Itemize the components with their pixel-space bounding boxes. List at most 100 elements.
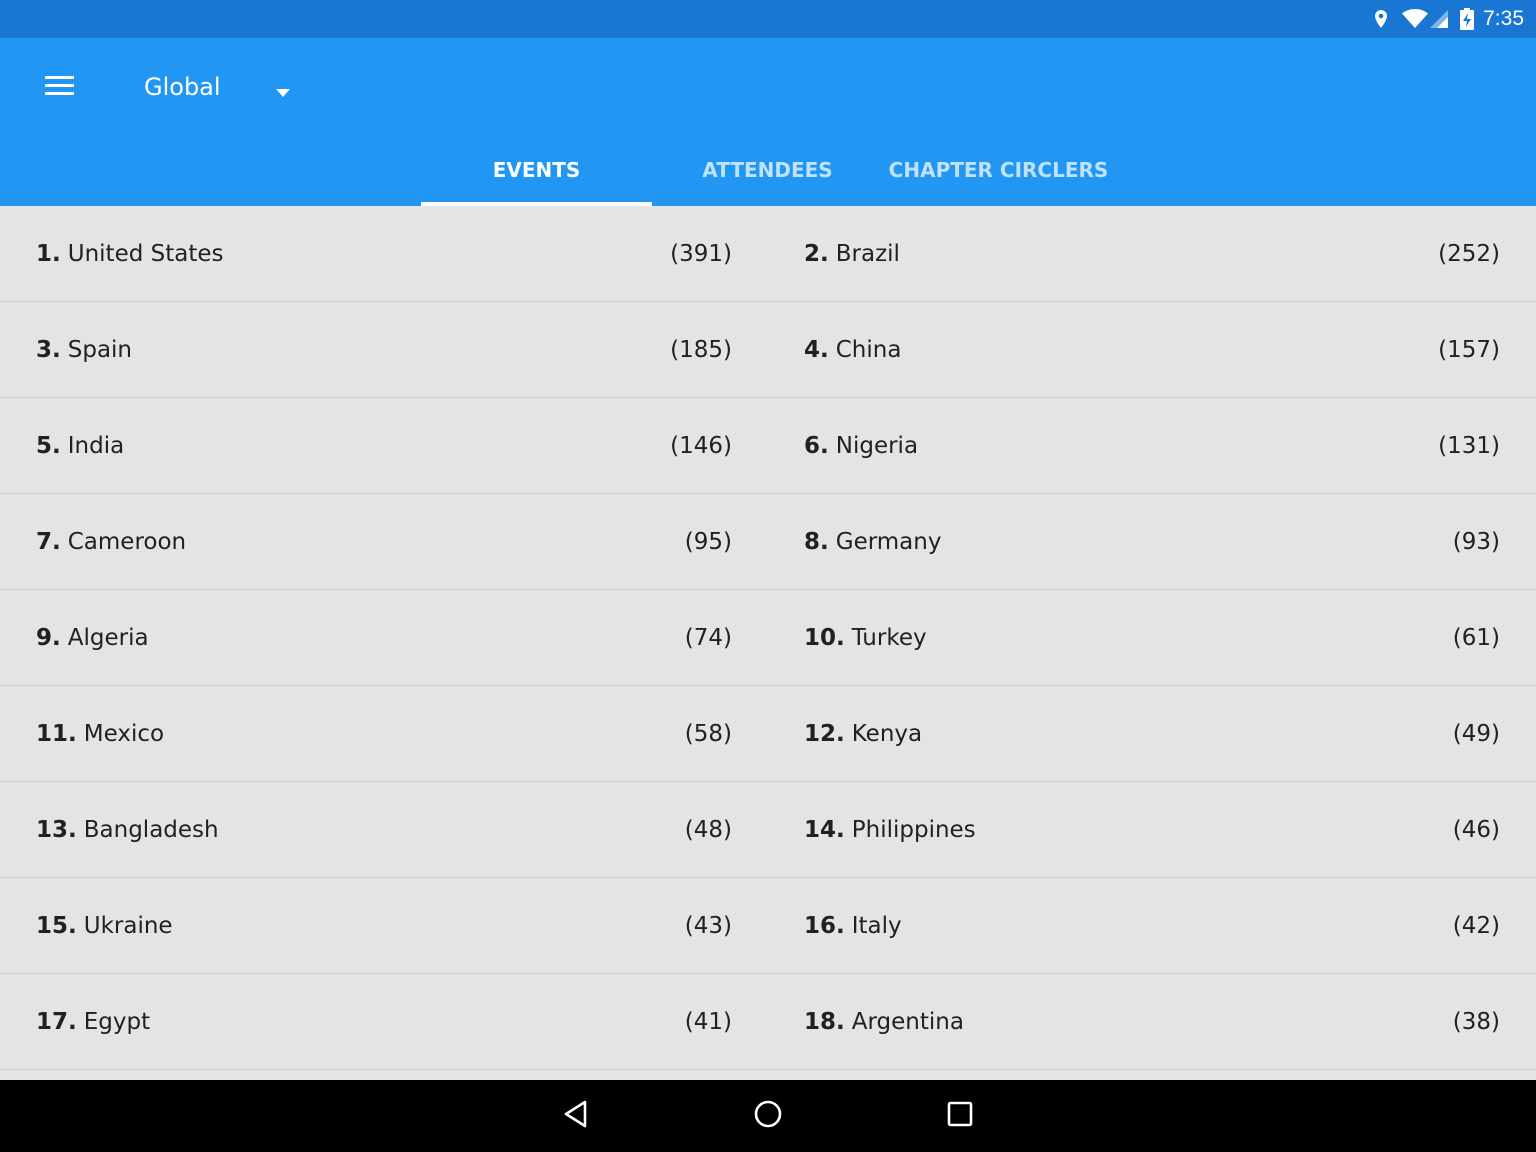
country-name: Italy bbox=[851, 912, 902, 939]
event-count: (43) bbox=[684, 912, 732, 939]
event-count: (185) bbox=[670, 336, 732, 363]
country-name: United States bbox=[67, 240, 224, 267]
event-count: (146) bbox=[670, 432, 732, 459]
home-icon bbox=[753, 1099, 783, 1133]
list-item[interactable]: 18. Argentina (38) bbox=[768, 974, 1536, 1069]
list-row: 17. Egypt (41) 18. Argentina (38) bbox=[0, 974, 1536, 1070]
list-item[interactable]: 10. Turkey (61) bbox=[768, 590, 1536, 685]
list-row: 7. Cameroon (95) 8. Germany (93) bbox=[0, 494, 1536, 590]
signal-icon bbox=[1429, 7, 1449, 31]
event-count: (252) bbox=[1438, 240, 1500, 267]
rank-number: 11. bbox=[36, 720, 77, 747]
event-count: (61) bbox=[1452, 624, 1500, 651]
dropdown-arrow-icon bbox=[276, 82, 290, 101]
tab-chapter-circlers[interactable]: CHAPTER CIRCLERS bbox=[883, 134, 1114, 206]
recents-icon bbox=[945, 1099, 975, 1133]
list-item[interactable]: 2. Brazil (252) bbox=[768, 206, 1536, 301]
list-row: 11. Mexico (58) 12. Kenya (49) bbox=[0, 686, 1536, 782]
country-name: Algeria bbox=[67, 624, 149, 651]
hamburger-menu-icon bbox=[45, 75, 75, 101]
rank-number: 7. bbox=[36, 528, 61, 555]
event-count: (95) bbox=[684, 528, 732, 555]
list-row: 5. India (146) 6. Nigeria (131) bbox=[0, 398, 1536, 494]
menu-button[interactable] bbox=[36, 64, 84, 112]
back-button[interactable] bbox=[552, 1092, 600, 1140]
list-item[interactable]: 11. Mexico (58) bbox=[0, 686, 768, 781]
event-count: (48) bbox=[684, 816, 732, 843]
list-row: 15. Ukraine (43) 16. Italy (42) bbox=[0, 878, 1536, 974]
event-count: (93) bbox=[1452, 528, 1500, 555]
rank-number: 17. bbox=[36, 1008, 77, 1035]
rank-number: 15. bbox=[36, 912, 77, 939]
list-item[interactable]: 3. Spain (185) bbox=[0, 302, 768, 397]
list-item[interactable]: 16. Italy (42) bbox=[768, 878, 1536, 973]
tab-events[interactable]: EVENTS bbox=[421, 134, 652, 206]
event-count: (38) bbox=[1452, 1008, 1500, 1035]
tab-attendees[interactable]: ATTENDEES bbox=[652, 134, 883, 206]
list-row: 1. United States (391) 2. Brazil (252) bbox=[0, 206, 1536, 302]
region-spinner-label: Global bbox=[144, 73, 221, 101]
rank-number: 4. bbox=[804, 336, 829, 363]
country-name: Nigeria bbox=[835, 432, 919, 459]
back-icon bbox=[561, 1099, 591, 1133]
list-item[interactable]: 6. Nigeria (131) bbox=[768, 398, 1536, 493]
region-spinner[interactable]: Global bbox=[128, 62, 308, 112]
list-item[interactable]: 7. Cameroon (95) bbox=[0, 494, 768, 589]
navigation-bar bbox=[0, 1080, 1536, 1152]
location-icon bbox=[1369, 7, 1393, 31]
event-count: (41) bbox=[684, 1008, 732, 1035]
list-item[interactable]: 5. India (146) bbox=[0, 398, 768, 493]
list-item[interactable]: 1. United States (391) bbox=[0, 206, 768, 301]
country-name: China bbox=[835, 336, 902, 363]
rank-number: 3. bbox=[36, 336, 61, 363]
event-count: (58) bbox=[684, 720, 732, 747]
list-row: 13. Bangladesh (48) 14. Philippines (46) bbox=[0, 782, 1536, 878]
list-item[interactable]: 4. China (157) bbox=[768, 302, 1536, 397]
list-row: 3. Spain (185) 4. China (157) bbox=[0, 302, 1536, 398]
country-name: Bangladesh bbox=[83, 816, 219, 843]
event-count: (131) bbox=[1438, 432, 1500, 459]
rankings-list[interactable]: 1. United States (391) 2. Brazil (252) 3… bbox=[0, 206, 1536, 1080]
rank-number: 13. bbox=[36, 816, 77, 843]
status-icons: 7:35 bbox=[1369, 0, 1524, 38]
wifi-icon bbox=[1401, 7, 1429, 31]
country-name: Philippines bbox=[851, 816, 976, 843]
list-item[interactable]: 13. Bangladesh (48) bbox=[0, 782, 768, 877]
country-name: India bbox=[67, 432, 125, 459]
list-item[interactable]: 8. Germany (93) bbox=[768, 494, 1536, 589]
rank-number: 14. bbox=[804, 816, 845, 843]
event-count: (74) bbox=[684, 624, 732, 651]
list-item[interactable]: 9. Algeria (74) bbox=[0, 590, 768, 685]
country-name: Ukraine bbox=[83, 912, 173, 939]
rank-number: 5. bbox=[36, 432, 61, 459]
country-name: Egypt bbox=[83, 1008, 151, 1035]
home-button[interactable] bbox=[744, 1092, 792, 1140]
rank-number: 6. bbox=[804, 432, 829, 459]
rank-number: 18. bbox=[804, 1008, 845, 1035]
battery-charging-icon bbox=[1459, 7, 1475, 31]
list-item[interactable]: 12. Kenya (49) bbox=[768, 686, 1536, 781]
list-item[interactable]: 14. Philippines (46) bbox=[768, 782, 1536, 877]
country-name: Kenya bbox=[851, 720, 923, 747]
event-count: (46) bbox=[1452, 816, 1500, 843]
country-name: Brazil bbox=[835, 240, 900, 267]
recents-button[interactable] bbox=[936, 1092, 984, 1140]
country-name: Germany bbox=[835, 528, 942, 555]
event-count: (49) bbox=[1452, 720, 1500, 747]
country-name: Mexico bbox=[83, 720, 165, 747]
rank-number: 9. bbox=[36, 624, 61, 651]
country-name: Argentina bbox=[851, 1008, 964, 1035]
event-count: (42) bbox=[1452, 912, 1500, 939]
rank-number: 1. bbox=[36, 240, 61, 267]
rank-number: 10. bbox=[804, 624, 845, 651]
list-item[interactable]: 17. Egypt (41) bbox=[0, 974, 768, 1069]
event-count: (391) bbox=[670, 240, 732, 267]
rank-number: 2. bbox=[804, 240, 829, 267]
app-bar: Global EVENTS ATTENDEES CHAPTER CIRCLERS bbox=[0, 38, 1536, 206]
country-name: Spain bbox=[67, 336, 133, 363]
rank-number: 12. bbox=[804, 720, 845, 747]
status-bar: 7:35 bbox=[0, 0, 1536, 38]
status-time: 7:35 bbox=[1483, 7, 1524, 30]
list-item[interactable]: 15. Ukraine (43) bbox=[0, 878, 768, 973]
event-count: (157) bbox=[1438, 336, 1500, 363]
